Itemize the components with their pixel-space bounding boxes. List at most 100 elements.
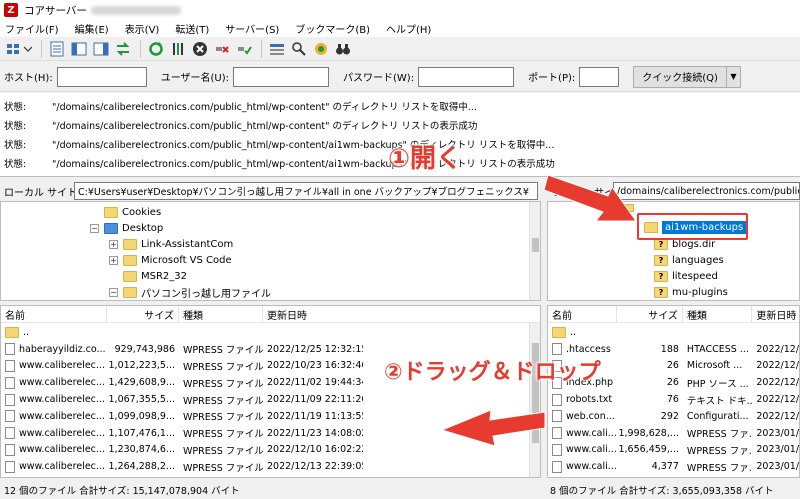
directory-listing-filter-icon[interactable] [267, 39, 287, 59]
col-modified[interactable]: 更新日時 [752, 306, 799, 323]
menu-view[interactable]: 表示(V) [125, 21, 160, 36]
menu-edit[interactable]: 編集(E) [75, 21, 109, 36]
file-date: 2022/11/09 22:11:26 [267, 394, 363, 406]
col-size[interactable]: サイズ [107, 306, 179, 323]
file-row[interactable]: www.caliberelec... 1,264,288,2... WPRESS フ… [1, 458, 540, 475]
file-row[interactable]: www.caliberelec... 1,107,476,1... WPRESS フ… [1, 425, 540, 442]
compare-icon[interactable] [289, 39, 309, 59]
col-type[interactable]: 種類 [683, 306, 753, 323]
folder-icon [123, 270, 137, 282]
file-row[interactable]: www.caliberelec... 1,230,874,6... WPRESS フ… [1, 442, 540, 459]
tree-item[interactable]: Cookies [104, 204, 161, 220]
file-date: 2022/12/ [756, 360, 799, 372]
remote-file-list: 名前 サイズ 種類 更新日時 .. .htaccess 188 HTACCESS ..… [547, 305, 800, 478]
menu-file[interactable]: ファイル(F) [5, 21, 59, 36]
file-icon [5, 443, 15, 456]
col-modified[interactable]: 更新日時 [263, 306, 363, 323]
file-size: 929,743,986 [114, 343, 175, 355]
reconnect-icon[interactable] [234, 39, 254, 59]
col-name[interactable]: 名前 [548, 306, 618, 323]
local-site-path[interactable]: C:¥Users¥user¥Desktop¥パソコン引っ越し用ファイル¥all … [74, 182, 538, 200]
file-icon [5, 376, 15, 389]
file-name: www.caliberelec... [1, 359, 107, 372]
toggle-local-tree-icon[interactable] [69, 39, 89, 59]
cancel-operation-icon[interactable] [190, 39, 210, 59]
file-type: WPRESS ファイル [183, 412, 263, 424]
file-name: www.cali... [548, 427, 617, 440]
disconnect-icon[interactable] [212, 39, 232, 59]
tree-item[interactable]: + Link-AssistantCom [109, 236, 233, 252]
file-name: www.caliberelec... [1, 443, 107, 456]
menu-transfer[interactable]: 転送(T) [175, 21, 209, 36]
file-row[interactable]: www.caliberelec... 1,067,355,5... WPRESS フ… [1, 391, 540, 408]
file-name-text: robots.txt [566, 394, 613, 406]
local-directory-tree: Cookies − Desktop + Link-AssistantCom + Mic… [0, 201, 541, 301]
file-type: WPRESS ファイル [183, 345, 263, 357]
host-input[interactable] [56, 66, 147, 87]
quickconnect-dropdown-icon[interactable]: ▼ [726, 65, 741, 88]
file-date: 2022/12/ [756, 343, 799, 355]
desktop-folder-icon [104, 222, 118, 234]
tree-item[interactable]: ? languages [654, 252, 724, 268]
title-redacted [90, 5, 181, 15]
tree-item[interactable]: − Desktop [90, 220, 163, 236]
file-type: WPRESS ファイル [183, 462, 263, 474]
menu-bookmarks[interactable]: ブックマーク(B) [295, 21, 370, 36]
file-row[interactable]: www.caliberelec... 1,099,098,9... WPRESS フ… [1, 408, 540, 425]
tree-item[interactable]: MSR2_32 [123, 268, 187, 284]
tree-item[interactable]: ? mu-plugins [654, 284, 728, 300]
col-size[interactable]: サイズ [617, 306, 683, 323]
file-type: WPRESS ファイル [183, 429, 263, 441]
file-row[interactable]: www.cali... 4,377 WPRESS ファ... 2023/01/ [548, 458, 799, 475]
col-name[interactable]: 名前 [1, 306, 107, 323]
file-row[interactable]: .. [548, 324, 799, 341]
unknown-folder-icon: ? [654, 238, 668, 250]
file-icon [5, 359, 15, 372]
tree-item[interactable]: ? litespeed [654, 268, 718, 284]
col-type[interactable]: 種類 [179, 306, 263, 323]
user-input[interactable] [233, 66, 329, 87]
file-row[interactable]: web.con... 292 Configurati... 2022/12/ [548, 408, 799, 425]
file-name-text: www.caliberelec... [19, 394, 105, 406]
highlight-box [637, 213, 748, 240]
title-bar: Z コアサーバー [0, 0, 800, 20]
remote-site-path[interactable]: /domains/caliberelectronics.com/public [613, 182, 800, 200]
file-icon [552, 410, 562, 423]
menu-server[interactable]: サーバー(S) [225, 21, 279, 36]
password-input[interactable] [418, 66, 515, 87]
file-name: .. [1, 326, 107, 338]
process-queue-icon[interactable] [168, 39, 188, 59]
file-name: www.cali... [548, 443, 617, 456]
toggle-remote-tree-icon[interactable] [91, 39, 111, 59]
tree-item[interactable]: + Microsoft VS Code [109, 252, 232, 268]
port-input[interactable] [579, 66, 620, 87]
parent-folder-icon [552, 326, 566, 338]
menu-help[interactable]: ヘルプ(H) [386, 21, 431, 36]
binoculars-icon[interactable] [333, 39, 353, 59]
file-row[interactable]: www.cali... 1,998,628,... WPRESS ファ... 2023… [548, 425, 799, 442]
file-row[interactable]: .. [1, 324, 540, 341]
local-list-scrollbar[interactable] [529, 323, 540, 477]
file-row[interactable]: robots.txt 76 テキスト ドキ... 2022/12/ [548, 391, 799, 408]
toggle-log-icon[interactable] [47, 39, 67, 59]
host-label: ホスト(H): [4, 73, 53, 84]
refresh-icon[interactable] [146, 39, 166, 59]
collapse-icon[interactable]: − [109, 287, 118, 297]
file-row[interactable]: www.cali... 1,656,459,... WPRESS ファ... 2023… [548, 442, 799, 459]
folder-icon [123, 254, 137, 266]
file-size: 1,656,459,... [618, 444, 679, 456]
site-manager-icon[interactable] [4, 39, 34, 59]
collapse-icon[interactable]: − [90, 223, 99, 233]
local-tree-scrollbar[interactable] [529, 202, 540, 300]
file-size: 1,230,874,6... [108, 444, 175, 456]
file-type: WPRESS ファ... [686, 462, 753, 474]
quickconnect-button[interactable]: クイック接続(Q) [633, 65, 727, 88]
expand-icon[interactable]: + [109, 255, 118, 265]
expand-icon[interactable]: + [109, 239, 118, 249]
file-name-text: web.con... [566, 410, 615, 422]
toggle-queue-icon[interactable] [113, 39, 133, 59]
tree-item[interactable]: − パソコン引っ越し用ファイル [109, 284, 271, 300]
file-icon [5, 460, 15, 473]
file-icon [552, 393, 562, 406]
sync-browse-icon[interactable] [311, 39, 331, 59]
